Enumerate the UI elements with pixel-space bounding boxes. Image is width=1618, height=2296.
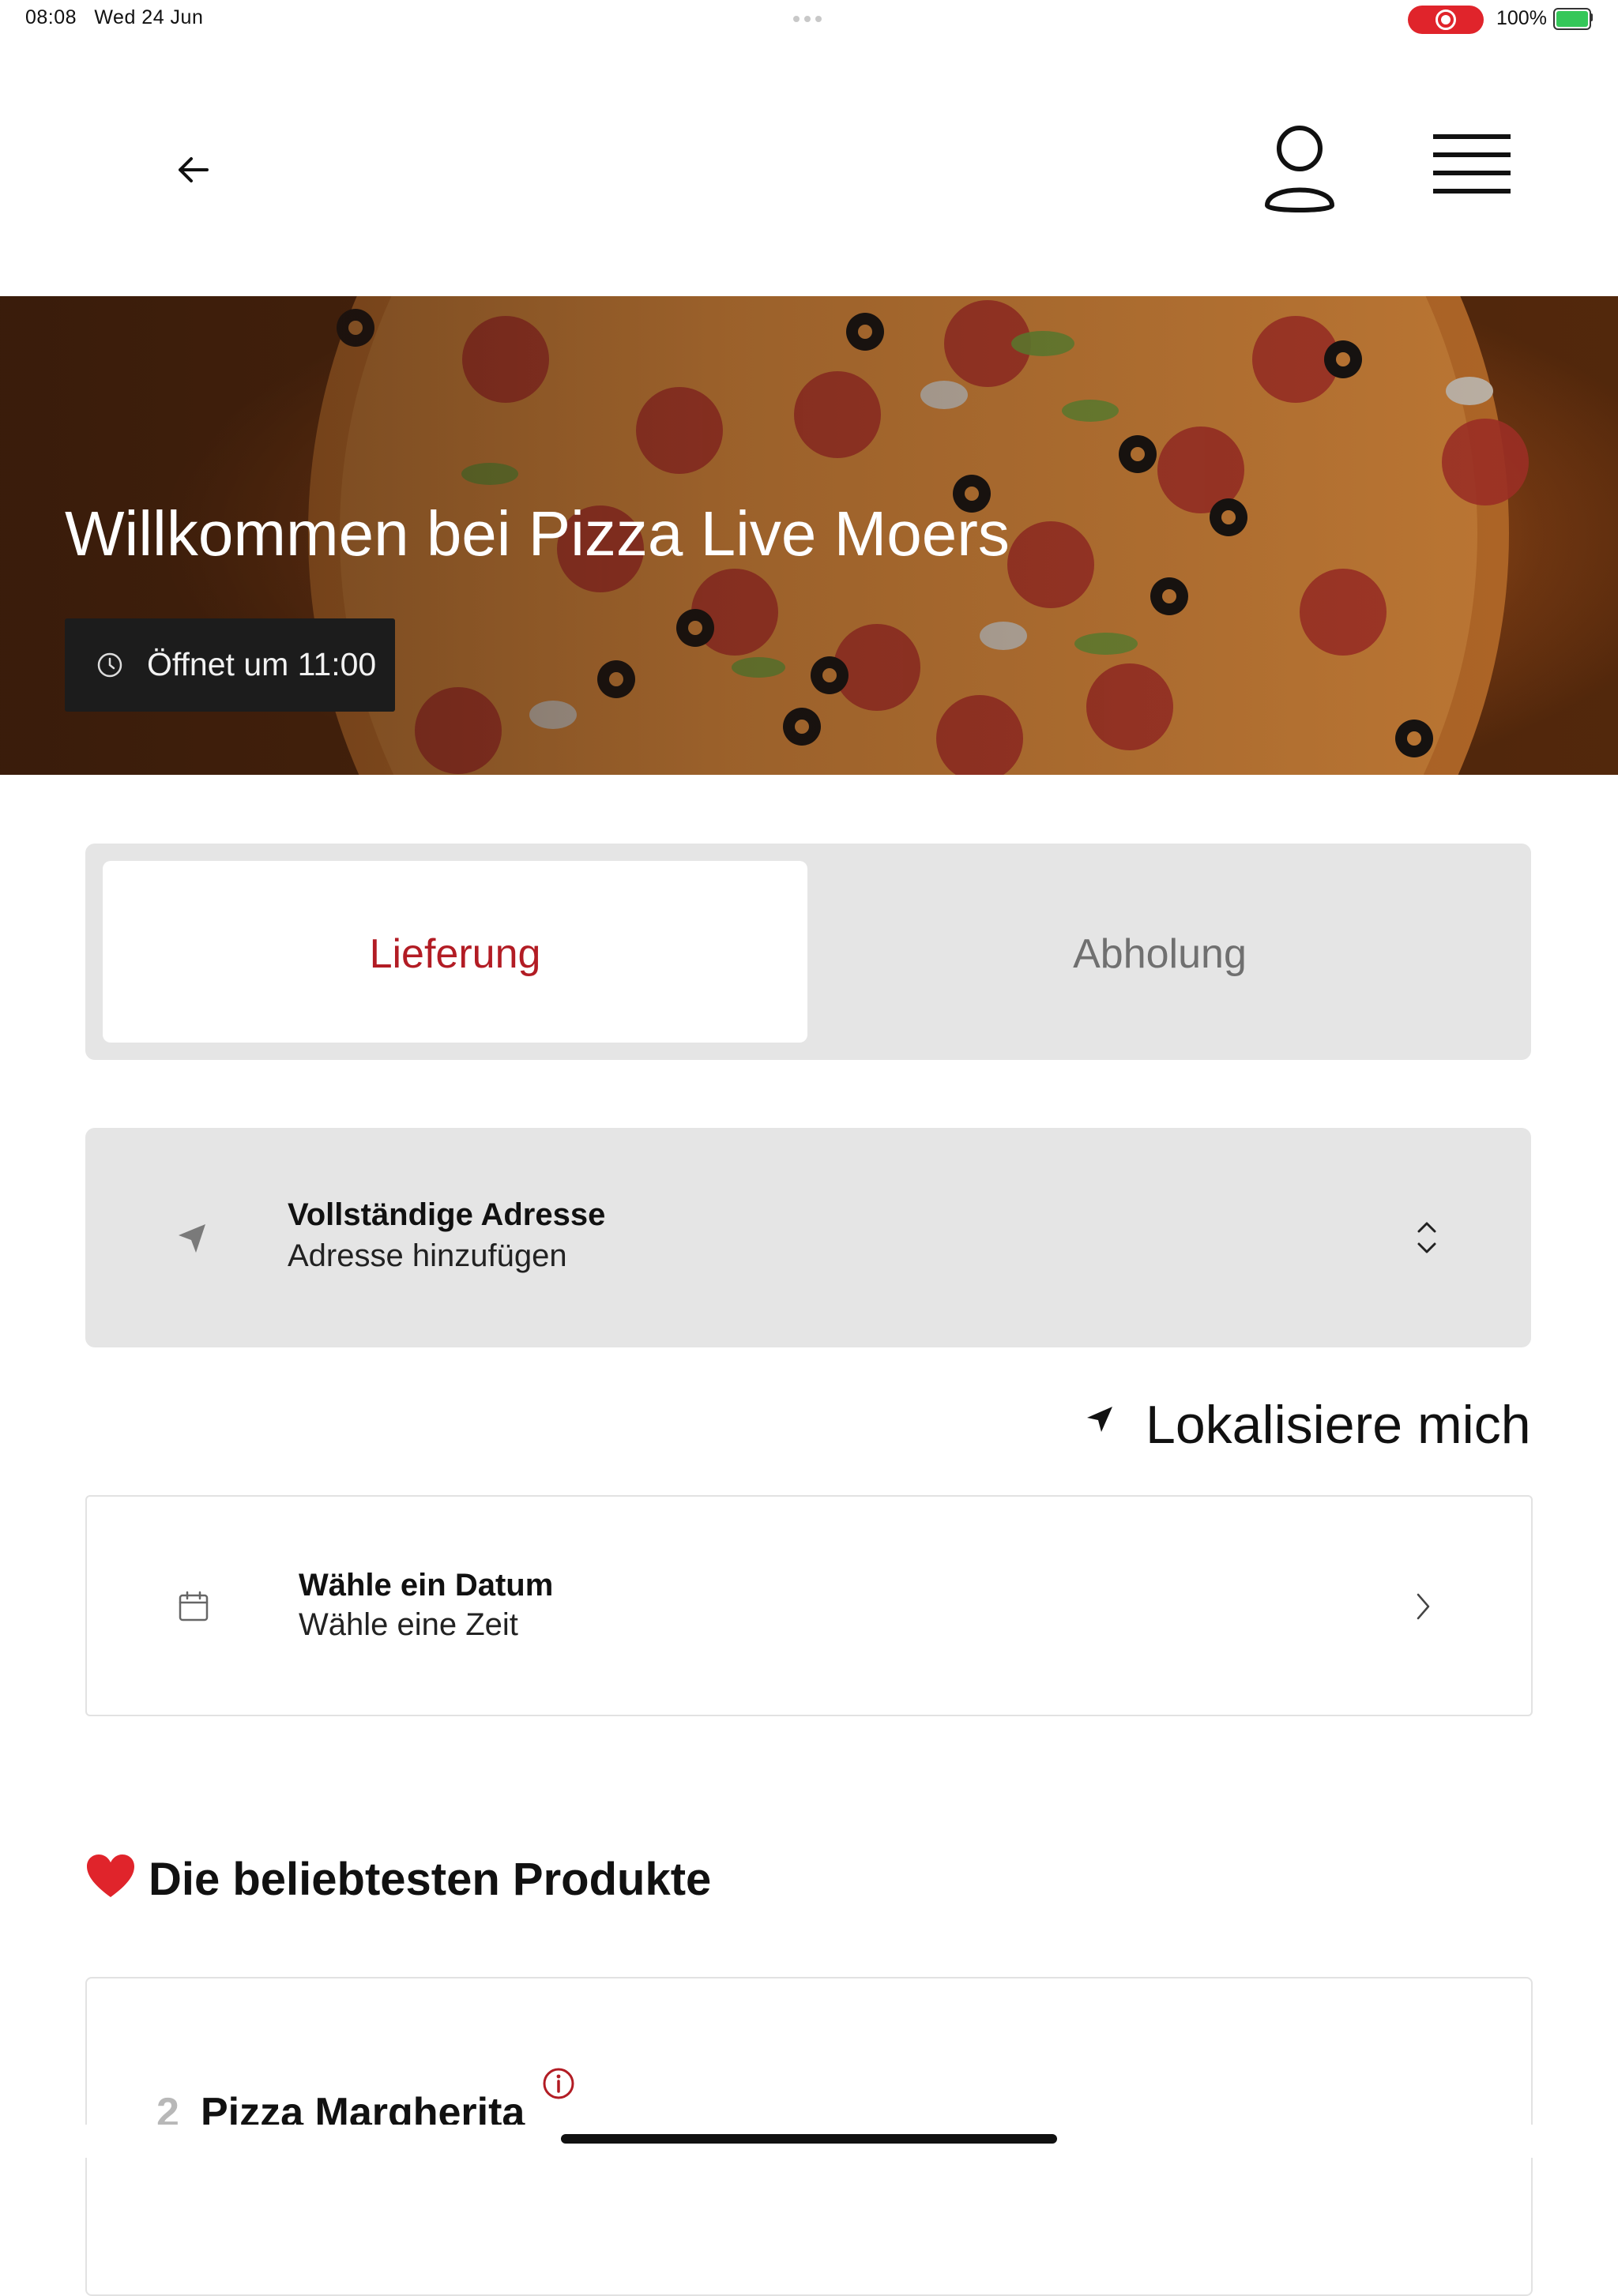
battery-icon — [1553, 8, 1591, 30]
clock-icon — [97, 652, 122, 678]
navigation-arrow-icon — [1087, 1407, 1112, 1432]
date-time-selector[interactable]: Wähle ein Datum Wähle eine Zeit — [85, 1495, 1533, 1716]
address-selector[interactable]: Vollständige Adresse Adresse hinzufügen — [85, 1128, 1531, 1347]
tab-lieferung-label: Lieferung — [369, 931, 541, 977]
hamburger-menu-icon — [1433, 134, 1511, 194]
info-icon[interactable] — [542, 2067, 575, 2100]
hero-title: Willkommen bei Pizza Live Moers — [65, 498, 1010, 569]
user-icon — [1265, 126, 1334, 212]
locate-me-button[interactable]: Lokalisiere mich — [1074, 1386, 1533, 1457]
status-bar: 08:08 Wed 24 Jun 100% — [0, 0, 1618, 39]
arrow-left-icon — [179, 157, 209, 182]
menu-button[interactable] — [1422, 126, 1522, 205]
location-arrow-icon — [179, 1224, 205, 1253]
locate-me-label: Lokalisiere mich — [1146, 1395, 1531, 1455]
address-subtitle: Adresse hinzufügen — [288, 1238, 567, 1273]
chevron-right-icon — [1417, 1593, 1430, 1620]
opening-hours-text: Öffnet um 11:00 — [147, 646, 377, 682]
opening-hours-badge: Öffnet um 11:00 — [65, 618, 395, 712]
date-title: Wähle ein Datum — [299, 1568, 554, 1603]
battery-percentage: 100% — [1496, 7, 1547, 29]
date-subtitle: Wähle eine Zeit — [299, 1607, 518, 1642]
order-type-switch: Lieferung Abholung — [85, 844, 1531, 1060]
popular-heading-text: Die beliebtesten Produkte — [149, 1854, 712, 1905]
chevron-up-down-icon — [1417, 1222, 1436, 1253]
status-time-date: 08:08 Wed 24 Jun — [25, 6, 203, 29]
hero-banner: Willkommen bei Pizza Live Moers Öffnet u… — [0, 296, 1618, 775]
tab-lieferung[interactable]: Lieferung — [103, 861, 807, 1043]
address-title: Vollständige Adresse — [288, 1197, 606, 1232]
back-button[interactable] — [166, 142, 221, 197]
calendar-icon — [179, 1591, 209, 1621]
status-time: 08:08 — [25, 6, 77, 28]
multitasking-dots-icon[interactable] — [793, 16, 825, 22]
tab-abholung[interactable]: Abholung — [807, 861, 1514, 1043]
home-indicator[interactable] — [561, 2134, 1057, 2144]
tab-abholung-label: Abholung — [1073, 931, 1247, 977]
status-date: Wed 24 Jun — [94, 6, 204, 28]
screen-recording-indicator[interactable] — [1408, 6, 1484, 34]
heart-icon — [87, 1854, 134, 1897]
battery-tip — [1590, 13, 1593, 21]
account-button[interactable] — [1256, 118, 1343, 221]
